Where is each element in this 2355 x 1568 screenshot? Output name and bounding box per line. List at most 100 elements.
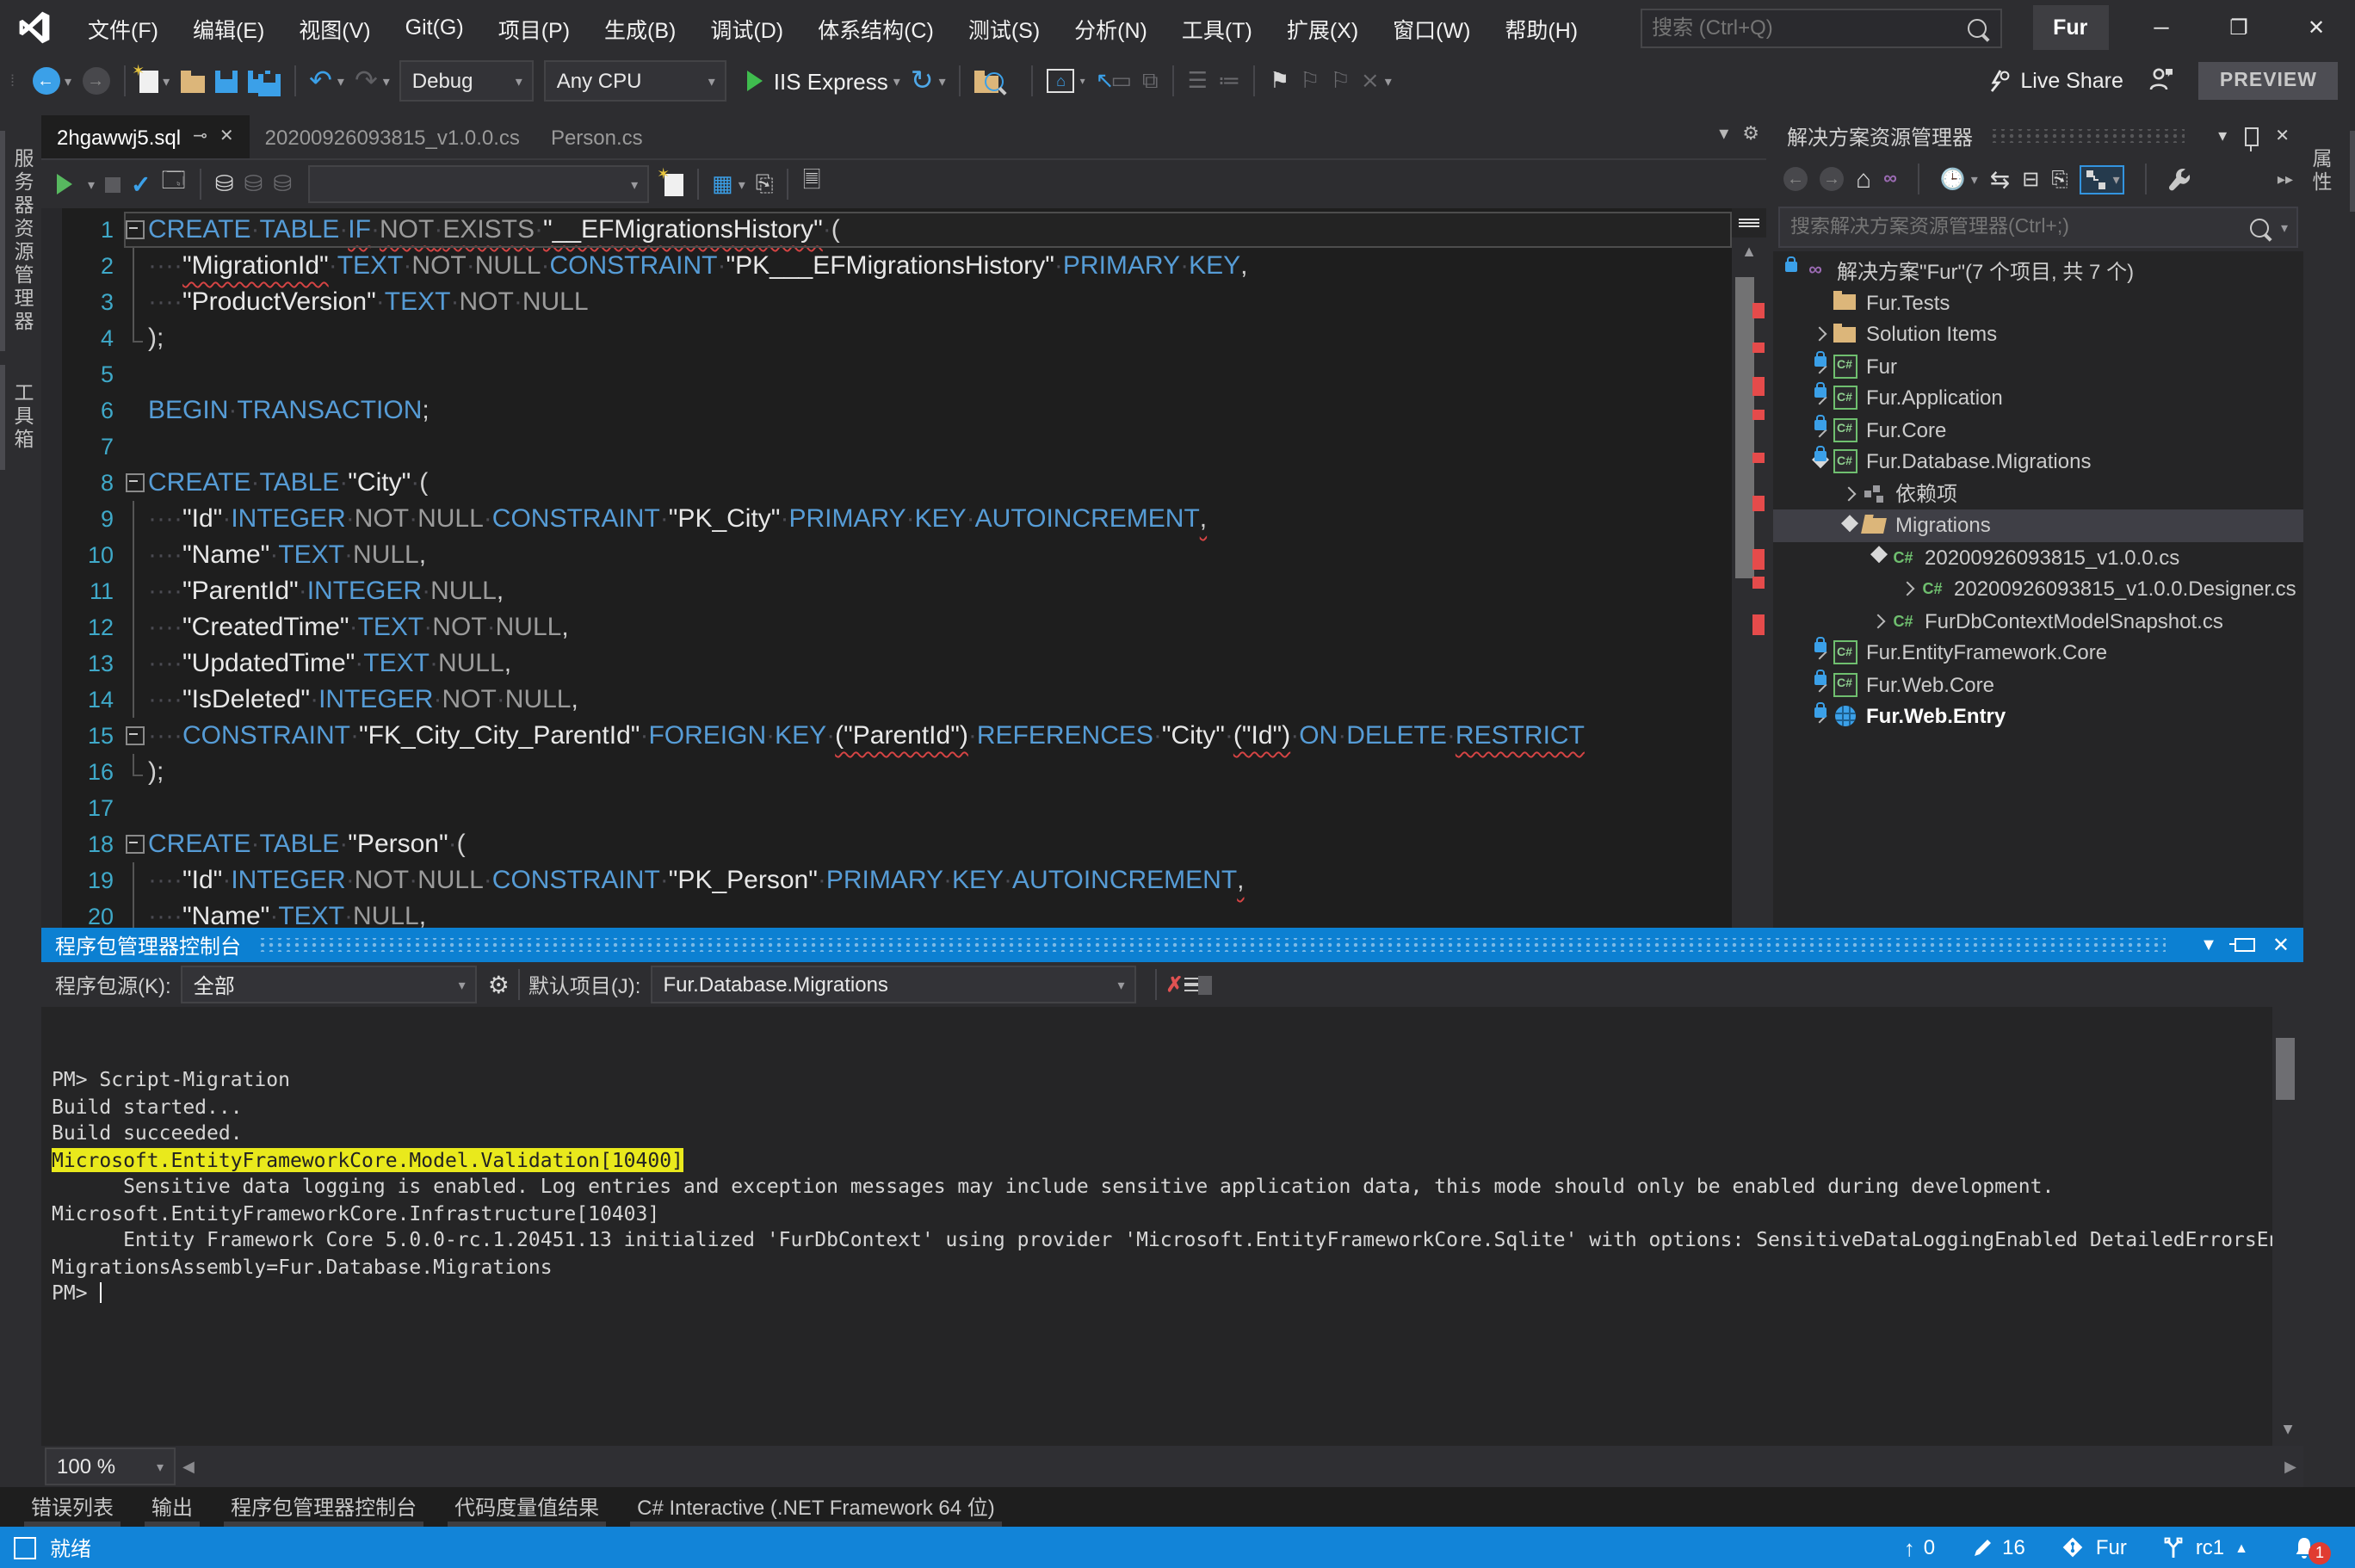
- navigate-back-button[interactable]: ←▾: [27, 60, 77, 102]
- unpushed-commits-indicator[interactable]: ↑0: [1904, 1534, 1935, 1560]
- menu-工具(T)[interactable]: 工具(T): [1165, 0, 1270, 55]
- menu-测试(S)[interactable]: 测试(S): [951, 0, 1057, 55]
- redo-button[interactable]: ↷▾: [349, 60, 395, 102]
- query-options-icon[interactable]: 🗏: [798, 164, 826, 205]
- tree-item-Fur.EntityFramework.Core[interactable]: C#Fur.EntityFramework.Core: [1773, 637, 2303, 669]
- solution-explorer-title-bar[interactable]: 解决方案资源管理器 ▾ ✕: [1773, 117, 2303, 155]
- open-file-button[interactable]: [175, 60, 209, 102]
- clear-console-icon[interactable]: ✗: [1165, 972, 1198, 997]
- code-line-4[interactable]: 4);: [62, 320, 1732, 356]
- forward-icon[interactable]: →: [1820, 167, 1844, 191]
- query-plan-icon[interactable]: ⎘: [751, 164, 779, 205]
- solution-search-box[interactable]: ▾: [1778, 207, 2298, 248]
- expander-collapsed-icon[interactable]: [1868, 616, 1888, 627]
- results-grid-icon[interactable]: ▦▾: [707, 164, 751, 205]
- collapse-all-icon[interactable]: ⊟: [2022, 167, 2039, 191]
- horizontal-scrollbar[interactable]: ◀▶: [176, 1446, 2303, 1487]
- quick-search-box[interactable]: [1640, 8, 2001, 47]
- restore-button[interactable]: ❐: [2200, 0, 2278, 55]
- tree-item-Fur.Web.Entry[interactable]: Fur.Web.Entry: [1773, 701, 2303, 732]
- vertical-tab-工具箱[interactable]: 工具箱: [0, 365, 41, 469]
- toolbar-grip[interactable]: ⁞: [10, 72, 16, 90]
- new-file-button[interactable]: ▾: [133, 60, 175, 102]
- code-line-10[interactable]: 10····"Name"·TEXT·NULL,: [62, 537, 1732, 573]
- home-icon[interactable]: ⌂: [1856, 164, 1871, 194]
- panel-tab-错误列表[interactable]: 错误列表: [31, 1487, 114, 1522]
- notifications-bell[interactable]: 1: [2291, 1531, 2331, 1564]
- menu-扩展(X)[interactable]: 扩展(X): [1270, 0, 1375, 55]
- change-connection-icon[interactable]: ⛁: [268, 164, 297, 205]
- console-vertical-scrollbar[interactable]: ▲ ▼: [2272, 1007, 2303, 1446]
- stop-query-button[interactable]: [100, 164, 126, 205]
- live-share-button[interactable]: Live Share: [1984, 67, 2123, 95]
- tab-close-icon[interactable]: ✕: [219, 127, 234, 146]
- doc-tab[interactable]: Person.cs: [535, 115, 658, 158]
- branch-indicator[interactable]: rc1▲: [2163, 1535, 2248, 1559]
- connect-database-icon[interactable]: ⛁: [210, 164, 239, 205]
- menu-体系结构(C)[interactable]: 体系结构(C): [800, 0, 951, 55]
- code-line-1[interactable]: 1CREATE·TABLE·IF·NOT·EXISTS·"__EFMigrati…: [62, 212, 1732, 248]
- previous-bookmark-button[interactable]: ⚐: [1295, 60, 1325, 102]
- tree-item-解决方案"Fur"(7 个项目, 共 7 个)[interactable]: ∞解决方案"Fur"(7 个项目, 共 7 个): [1773, 255, 2303, 287]
- scroll-up-arrow[interactable]: ▲: [1732, 238, 1766, 265]
- console-close-icon[interactable]: ✕: [2272, 933, 2290, 957]
- doc-tab[interactable]: 2hgawwj5.sql⊸✕: [41, 115, 250, 158]
- tree-item-Fur.Application[interactable]: C#Fur.Application: [1773, 382, 2303, 414]
- code-editor[interactable]: 1CREATE·TABLE·IF·NOT·EXISTS·"__EFMigrati…: [41, 208, 1766, 928]
- code-line-16[interactable]: 16);: [62, 754, 1732, 790]
- code-line-8[interactable]: 8CREATE·TABLE·"City"·(: [62, 465, 1732, 501]
- save-button[interactable]: [209, 60, 242, 102]
- menu-项目(P)[interactable]: 项目(P): [481, 0, 587, 55]
- selection-tool-icon[interactable]: ↖▭: [1091, 60, 1137, 102]
- scrollbar-thumb[interactable]: [1735, 277, 1754, 578]
- switch-views-icon[interactable]: ∞: [1883, 169, 1897, 189]
- next-bookmark-button[interactable]: ⚐: [1326, 60, 1356, 102]
- code-line-9[interactable]: 9····"Id"·INTEGER·NOT·NULL·CONSTRAINT·"P…: [62, 501, 1732, 537]
- tree-item-Fur[interactable]: C#Fur: [1773, 350, 2303, 382]
- pending-changes-indicator[interactable]: 16: [1971, 1535, 2025, 1559]
- save-all-button[interactable]: [242, 60, 285, 102]
- code-line-18[interactable]: 18CREATE·TABLE·"Person"·(: [62, 826, 1732, 862]
- vertical-tab-服务器资源管理器[interactable]: 服务器资源管理器: [0, 131, 41, 351]
- tree-item-Fur.Core[interactable]: C#Fur.Core: [1773, 414, 2303, 446]
- code-line-12[interactable]: 12····"CreatedTime"·TEXT·NOT·NULL,: [62, 609, 1732, 645]
- panel-tab-程序包管理器控制台[interactable]: 程序包管理器控制台: [231, 1487, 417, 1522]
- panel-tab-输出[interactable]: 输出: [151, 1487, 193, 1522]
- menu-视图(V)[interactable]: 视图(V): [281, 0, 387, 55]
- panel-tab-代码度量值结果[interactable]: 代码度量值结果: [454, 1487, 599, 1522]
- solution-configurations-combo[interactable]: Debug▾: [400, 60, 535, 102]
- code-line-20[interactable]: 20····"Name"·TEXT·NULL,: [62, 898, 1732, 928]
- console-position-icon[interactable]: ▼: [2200, 935, 2217, 954]
- search-options-chevron[interactable]: ▾: [2281, 219, 2288, 235]
- close-panel-icon[interactable]: ✕: [2275, 127, 2290, 145]
- zoom-level-combo[interactable]: 100 %▾: [45, 1448, 176, 1485]
- refresh-button[interactable]: ↻▾: [906, 60, 951, 102]
- console-pin-icon[interactable]: [2234, 938, 2255, 952]
- preview-button[interactable]: PREVIEW: [2199, 62, 2338, 100]
- panel-tab-C# Interactive (.NET Framework 64 位)[interactable]: C# Interactive (.NET Framework 64 位): [637, 1487, 995, 1522]
- code-line-5[interactable]: 5: [62, 356, 1732, 392]
- menu-编辑(E)[interactable]: 编辑(E): [176, 0, 281, 55]
- code-line-3[interactable]: 3····"ProductVersion"·TEXT·NOT·NULL: [62, 284, 1732, 320]
- code-line-7[interactable]: 7: [62, 429, 1732, 465]
- indent-increase-icon[interactable]: ≔: [1213, 60, 1245, 102]
- document-well-options-icon[interactable]: ⚙: [1742, 122, 1759, 145]
- outline-icon[interactable]: ⧉: [1137, 60, 1164, 102]
- code-line-19[interactable]: 19····"Id"·INTEGER·NOT·NULL·CONSTRAINT·"…: [62, 862, 1732, 898]
- vertical-tab-属性[interactable]: 属性: [2303, 131, 2355, 212]
- navigate-forward-button[interactable]: →: [77, 60, 114, 102]
- window-position-icon[interactable]: ▾: [2218, 127, 2227, 145]
- console-scrollbar-thumb[interactable]: [2276, 1038, 2295, 1100]
- solution-search-input[interactable]: [1780, 217, 2250, 238]
- code-line-2[interactable]: 2····"MigrationId"·TEXT·NOT·NULL·CONSTRA…: [62, 248, 1732, 284]
- bookmark-button[interactable]: ⚑: [1264, 60, 1295, 102]
- repository-indicator[interactable]: Fur: [2061, 1535, 2127, 1559]
- package-source-combo[interactable]: 全部▾: [182, 966, 478, 1003]
- tree-item-依赖项[interactable]: 依赖项: [1773, 478, 2303, 509]
- panel-splitter[interactable]: [1766, 107, 1773, 928]
- menu-分析(N)[interactable]: 分析(N): [1057, 0, 1165, 55]
- tab-pin-icon[interactable]: ⊸: [193, 127, 207, 146]
- find-in-files-button[interactable]: [970, 60, 1023, 102]
- code-line-11[interactable]: 11····"ParentId"·INTEGER·NULL,: [62, 573, 1732, 609]
- database-combo[interactable]: ▾: [307, 165, 648, 203]
